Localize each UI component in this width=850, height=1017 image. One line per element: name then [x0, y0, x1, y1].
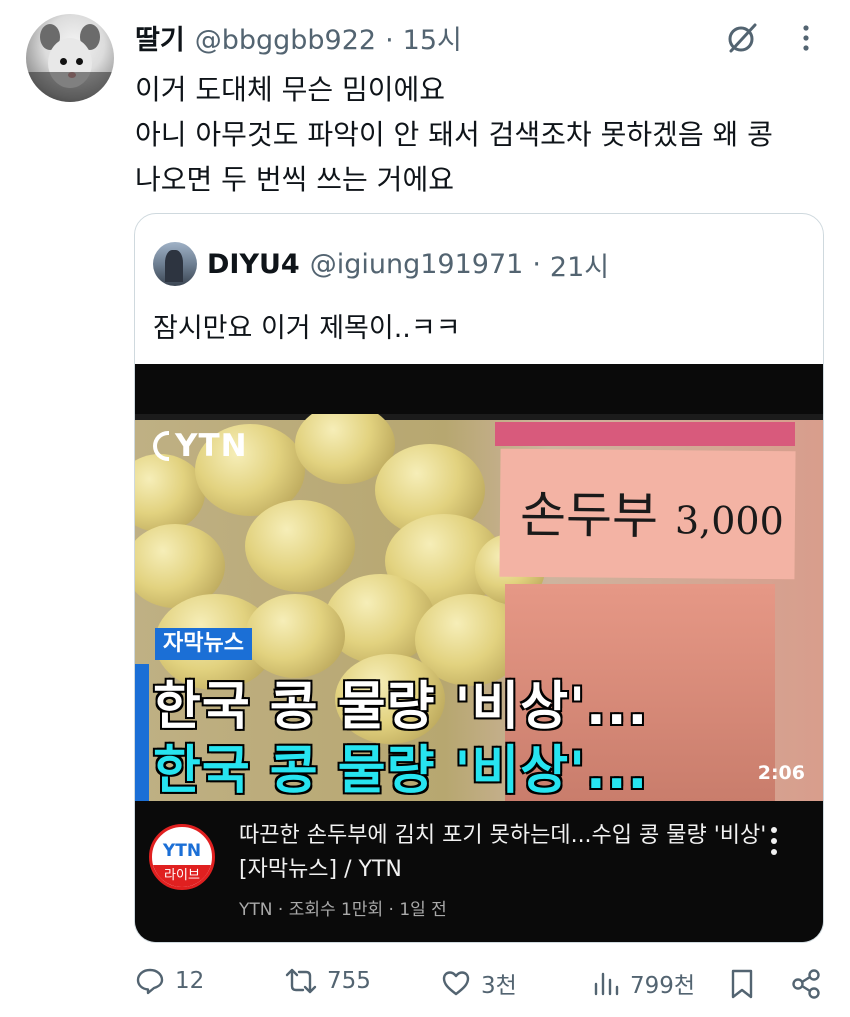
quote-author-name[interactable]: DIYU4 [207, 249, 300, 280]
repost-button[interactable]: 755 [285, 966, 371, 996]
tweet-line: 아니 아무것도 파악이 안 돼서 검색조차 못하겠음 왜 콩 [135, 118, 773, 151]
grok-icon[interactable] [724, 20, 760, 56]
like-button[interactable]: 3천 [441, 966, 517, 1000]
video-embed[interactable]: 손두부 3,000 YTN 자막뉴스 한국 콩 물량 '비상'... 한국 콩 … [135, 364, 823, 942]
tweet-line: 나오면 두 번씩 쓰는 거에요 [135, 163, 454, 196]
video-duration: 2:06 [757, 762, 805, 784]
headline-bar [135, 664, 149, 801]
ytn-logo-text: YTN [175, 428, 248, 464]
video-more-icon[interactable] [769, 823, 779, 859]
like-icon [442, 971, 470, 996]
action-bar: 12 755 3천 799천 [0, 958, 850, 1014]
views-button[interactable]: 799천 [592, 966, 695, 1000]
author-avatar[interactable] [26, 14, 114, 102]
quoted-tweet[interactable]: DIYU4 @igiung191971 · 21시 잠시만요 이거 제목이..ㅋ… [134, 213, 824, 943]
repost-icon [285, 968, 317, 994]
channel-logo: YTN [162, 841, 202, 861]
tweet-text: 이거 도대체 무슨 밈이에요 아니 아무것도 파악이 안 돼서 검색조차 못하겠… [135, 67, 773, 202]
like-count: 3천 [481, 973, 517, 999]
youtube-info[interactable]: YTN 라이브 따끈한 손두부에 김치 포기 못하는데...수입 콩 물량 '비… [135, 801, 823, 942]
sign-price: 3,000 [674, 498, 784, 544]
quote-time[interactable]: 21시 [550, 245, 609, 284]
separator: · [532, 248, 541, 280]
tweet-time[interactable]: 15시 [403, 18, 462, 57]
more-icon[interactable] [796, 20, 816, 56]
reply-count: 12 [175, 968, 205, 994]
repost-count: 755 [327, 968, 371, 994]
quote-author-handle[interactable]: @igiung191971 [310, 249, 524, 280]
quote-avatar[interactable] [153, 242, 197, 286]
author-handle[interactable]: @bbggbb922 [195, 25, 376, 56]
author-name[interactable]: 딸기 [135, 18, 185, 57]
views-icon [594, 972, 619, 996]
channel-live-badge: 라이브 [152, 865, 212, 887]
quote-header: DIYU4 @igiung191971 · 21시 [153, 242, 609, 286]
video-title[interactable]: 따끈한 손두부에 김치 포기 못하는데...수입 콩 물량 '비상' [자막뉴스… [239, 819, 779, 887]
views-count: 799천 [630, 973, 696, 999]
headline-cyan: 한국 콩 물량 '비상'... [153, 741, 649, 801]
share-icon[interactable] [790, 968, 822, 1000]
quote-text: 잠시만요 이거 제목이..ㅋㅋ [153, 313, 461, 344]
video-thumbnail[interactable]: 손두부 3,000 YTN 자막뉴스 한국 콩 물량 '비상'... 한국 콩 … [135, 414, 823, 801]
reply-button[interactable]: 12 [135, 966, 204, 996]
tweet-header: 딸기 @bbggbb922 · 15시 [135, 18, 462, 57]
ytn-logo: YTN [153, 428, 248, 464]
tofu-price-sign: 손두부 3,000 [499, 448, 796, 580]
channel-avatar[interactable]: YTN 라이브 [149, 824, 215, 890]
video-meta: YTN · 조회수 1만회 · 1일 전 [239, 900, 447, 920]
bookmark-icon[interactable] [729, 968, 755, 1000]
reply-icon [136, 968, 164, 995]
sign-text: 손두부 [519, 485, 659, 546]
caption-tag: 자막뉴스 [155, 628, 252, 660]
separator: · [385, 25, 394, 56]
tweet-line: 이거 도대체 무슨 밈이에요 [135, 73, 446, 106]
